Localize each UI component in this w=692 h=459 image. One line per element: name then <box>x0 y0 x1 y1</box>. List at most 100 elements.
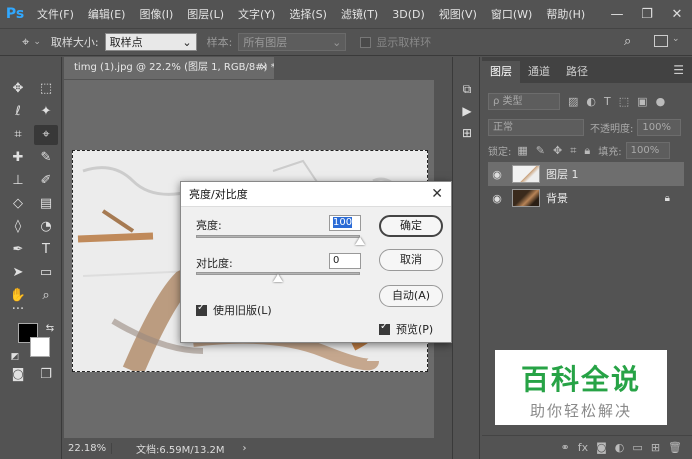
close-icon[interactable]: ✕ <box>431 182 443 207</box>
brightness-slider[interactable] <box>196 235 360 238</box>
status-arrow-icon[interactable]: › <box>243 443 247 454</box>
menu-select[interactable]: 选择(S) <box>282 6 334 22</box>
blend-mode-select[interactable]: 正常 <box>488 119 584 136</box>
fill-input[interactable]: 100% <box>625 142 670 159</box>
type-tool-icon[interactable]: T <box>34 240 58 260</box>
swap-colors-icon[interactable]: ⇆ <box>38 319 62 339</box>
blur-tool-icon[interactable]: ◊ <box>6 217 30 237</box>
auto-button[interactable]: 自动(A) <box>379 285 443 307</box>
filter-toggle-icon[interactable]: ● <box>656 95 666 108</box>
history-brush-tool-icon[interactable]: ✐ <box>34 171 58 191</box>
lock-artboard-icon[interactable]: ⌗ <box>570 144 576 158</box>
use-legacy-checkbox[interactable]: 使用旧版(L) <box>196 302 272 318</box>
filter-smart-object-icon[interactable]: ▣ <box>637 95 647 108</box>
eyedropper-tool-icon[interactable]: ⌖ <box>34 125 58 145</box>
pen-tool-icon[interactable]: ✒ <box>6 240 30 260</box>
filter-adjustment-icon[interactable]: ◐ <box>586 95 596 108</box>
menu-window[interactable]: 窗口(W) <box>484 6 539 22</box>
tab-layers[interactable]: 图层 <box>482 61 520 83</box>
filter-type-icon[interactable]: T <box>604 95 611 108</box>
healing-brush-tool-icon[interactable]: ✚ <box>6 148 30 168</box>
sample-select[interactable]: 所有图层 ⌄ <box>238 33 347 51</box>
trash-icon[interactable]: 🗑︎ <box>668 441 682 454</box>
menu-file[interactable]: 文件(F) <box>30 6 81 22</box>
menu-help[interactable]: 帮助(H) <box>539 6 592 22</box>
dodge-tool-icon[interactable]: ◔ <box>34 217 58 237</box>
menu-3d[interactable]: 3D(D) <box>385 8 432 21</box>
contrast-input[interactable]: 0 <box>329 253 361 269</box>
workspace-chevron-icon[interactable]: ⌄ <box>672 34 680 44</box>
opacity-label: 不透明度: <box>590 124 634 135</box>
lasso-tool-icon[interactable]: ℓ <box>6 102 30 122</box>
new-layer-icon[interactable]: ⊞ <box>651 441 660 454</box>
layer-row[interactable]: ◉ 背景 🔒︎ <box>488 186 684 210</box>
marquee-tool-icon[interactable]: ⬚ <box>34 79 58 99</box>
search-icon[interactable]: ⌕ <box>624 34 631 49</box>
background-color-swatch[interactable] <box>30 337 50 357</box>
layer-style-icon[interactable]: fx <box>578 441 588 454</box>
rectangle-tool-icon[interactable]: ▭ <box>34 263 58 283</box>
eraser-tool-icon[interactable]: ◇ <box>6 194 30 214</box>
preview-checkbox[interactable]: 预览(P) <box>379 321 433 337</box>
chevron-down-icon: ⌄ <box>332 35 342 49</box>
document-tab[interactable]: timg (1).jpg @ 22.2% (图层 1, RGB/8#) * × <box>64 57 274 79</box>
path-selection-tool-icon[interactable]: ➤ <box>6 263 30 283</box>
filter-kind-select[interactable]: ρ 类型 <box>488 93 560 110</box>
visibility-eye-icon[interactable]: ◉ <box>488 168 506 181</box>
zoom-level[interactable]: 22.18% <box>64 443 112 454</box>
zoom-tool-icon[interactable]: ⌕ <box>34 286 58 306</box>
menu-bar: Ps 文件(F) 编辑(E) 图像(I) 图层(L) 文字(Y) 选择(S) 滤… <box>0 0 692 28</box>
history-panel-icon[interactable]: ⧉ <box>459 81 475 97</box>
clone-stamp-tool-icon[interactable]: ⊥ <box>6 171 30 191</box>
menu-type[interactable]: 文字(Y) <box>231 6 282 22</box>
menu-edit[interactable]: 编辑(E) <box>81 6 133 22</box>
dialog-titlebar[interactable]: 亮度/对比度 ✕ <box>181 182 451 207</box>
filter-shape-icon[interactable]: ⬚ <box>619 95 629 108</box>
eyedropper-preset-icon[interactable]: ⌖ <box>22 35 29 50</box>
visibility-eye-icon[interactable]: ◉ <box>488 192 506 205</box>
cancel-button[interactable]: 取消 <box>379 249 443 271</box>
panel-menu-icon[interactable]: ☰ <box>673 63 684 77</box>
lock-position-icon[interactable]: ✥ <box>553 144 562 157</box>
menu-layer[interactable]: 图层(L) <box>180 6 231 22</box>
gradient-tool-icon[interactable]: ▤ <box>34 194 58 214</box>
maximize-button[interactable]: ❐ <box>632 7 662 22</box>
crop-tool-icon[interactable]: ⌗ <box>6 125 30 145</box>
tab-paths[interactable]: 路径 <box>558 61 596 83</box>
lock-transparent-icon[interactable]: ▦ <box>517 144 527 157</box>
show-sampling-ring-checkbox[interactable]: 显示取样环 <box>360 34 431 50</box>
contrast-slider-thumb[interactable] <box>273 274 283 282</box>
menu-image[interactable]: 图像(I) <box>132 6 180 22</box>
opacity-input[interactable]: 100% <box>637 119 682 136</box>
close-button[interactable]: ✕ <box>662 7 692 22</box>
close-tab-icon[interactable]: × <box>260 57 268 79</box>
brightness-slider-thumb[interactable] <box>355 237 365 245</box>
layer-row[interactable]: ◉ 图层 1 <box>488 162 684 186</box>
screen-mode-icon[interactable]: ❐ <box>34 365 58 385</box>
move-tool-icon[interactable]: ✥ <box>6 79 30 99</box>
more-tools-icon[interactable]: ··· <box>6 300 30 320</box>
properties-panel-icon[interactable]: ⊞ <box>459 125 475 141</box>
workspace-icon[interactable] <box>654 35 668 47</box>
link-layers-icon[interactable]: ⚭ <box>561 441 570 454</box>
adjustment-layer-icon[interactable]: ◐ <box>615 441 625 454</box>
ok-button[interactable]: 确定 <box>379 215 443 237</box>
filter-pixel-icon[interactable]: ▨ <box>568 95 578 108</box>
menu-filter[interactable]: 滤镜(T) <box>334 6 385 22</box>
new-group-icon[interactable]: ▭ <box>632 441 642 454</box>
sample-size-select[interactable]: 取样点 ⌄ <box>104 33 197 51</box>
magic-wand-tool-icon[interactable]: ✦ <box>34 102 58 122</box>
minimize-button[interactable]: — <box>602 7 632 22</box>
brightness-input[interactable]: 100 <box>329 215 361 231</box>
tab-channels[interactable]: 通道 <box>520 61 558 83</box>
brightness-label: 亮度: <box>196 219 222 232</box>
actions-panel-icon[interactable]: ▶ <box>459 103 475 119</box>
preset-chevron-icon[interactable]: ⌄ <box>33 37 41 47</box>
default-colors-icon[interactable]: ◩ <box>8 347 22 367</box>
quick-mask-icon[interactable]: ◙ <box>6 365 30 385</box>
brush-tool-icon[interactable]: ✎ <box>34 148 58 168</box>
add-mask-icon[interactable]: ◙ <box>596 441 607 454</box>
lock-pixels-icon[interactable]: ✎ <box>536 144 545 157</box>
menu-view[interactable]: 视图(V) <box>432 6 484 22</box>
lock-all-icon[interactable]: 🔒︎ <box>584 144 590 158</box>
